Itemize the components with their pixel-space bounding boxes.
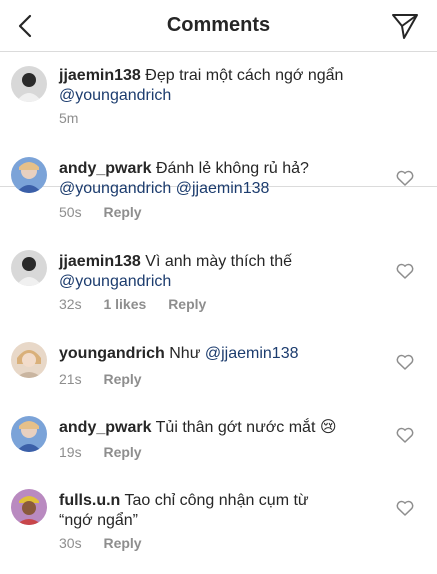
- page-title: Comments: [166, 14, 271, 36]
- comment-body: Tủi thân gớt nước mắt: [155, 419, 316, 436]
- timestamp: 30s: [59, 535, 82, 551]
- crying-face-emoji: 😢: [319, 419, 337, 436]
- comment-meta: 21s Reply: [59, 371, 142, 387]
- mention[interactable]: @youngandrich @jjaemin138: [59, 180, 269, 197]
- reply-button[interactable]: Reply: [103, 535, 141, 551]
- comment-text: fulls.u.n Tao chỉ công nhận cụm từ “ngớ …: [59, 491, 379, 531]
- comment-text: youngandrich Như @jjaemin138: [59, 344, 379, 364]
- comment-body: Đẹp trai một cách ngớ ngẩn: [145, 67, 344, 84]
- comment-text: jjaemin138 Vì anh mày thích thế @youngan…: [59, 252, 379, 292]
- comment-meta: 32s 1 likes Reply: [59, 296, 206, 312]
- header-bar: Comments: [0, 0, 437, 52]
- paper-plane-icon[interactable]: [391, 12, 419, 40]
- timestamp: 21s: [59, 371, 82, 387]
- heart-icon[interactable]: [396, 354, 414, 370]
- heart-icon[interactable]: [396, 170, 414, 186]
- comment-body-line-2: “ngớ ngẩn”: [59, 512, 138, 529]
- avatar[interactable]: [11, 342, 47, 378]
- comment-meta: 50s Reply: [59, 204, 142, 220]
- avatar[interactable]: [11, 416, 47, 452]
- comment-text: andy_pwark Tủi thân gớt nước mắt 😢: [59, 418, 379, 438]
- username[interactable]: andy_pwark: [59, 419, 151, 436]
- timestamp: 32s: [59, 296, 82, 312]
- comment-meta: 19s Reply: [59, 444, 142, 460]
- likes-count[interactable]: 1 likes: [103, 296, 146, 312]
- reply-button[interactable]: Reply: [168, 296, 206, 312]
- heart-icon[interactable]: [396, 427, 414, 443]
- mention[interactable]: @jjaemin138: [205, 345, 299, 362]
- username[interactable]: andy_pwark: [59, 160, 151, 177]
- comment-meta: 5m: [59, 110, 78, 126]
- avatar[interactable]: [11, 66, 47, 102]
- avatar[interactable]: [11, 157, 47, 193]
- reply-button[interactable]: Reply: [103, 444, 141, 460]
- comment-text: jjaemin138 Đẹp trai một cách ngớ ngẩn @y…: [59, 66, 379, 106]
- username[interactable]: jjaemin138: [59, 253, 141, 270]
- timestamp: 19s: [59, 444, 82, 460]
- avatar[interactable]: [11, 250, 47, 286]
- username[interactable]: youngandrich: [59, 345, 165, 362]
- reply-button[interactable]: Reply: [103, 371, 141, 387]
- comment-meta: 30s Reply: [59, 535, 142, 551]
- reply-button[interactable]: Reply: [103, 204, 141, 220]
- timestamp: 50s: [59, 204, 82, 220]
- avatar[interactable]: [11, 489, 47, 525]
- timestamp: 5m: [59, 110, 79, 126]
- comment-body: Vì anh mày thích thế: [145, 253, 293, 270]
- heart-icon[interactable]: [396, 500, 414, 516]
- mention[interactable]: @youngandrich: [59, 87, 171, 104]
- comment-body: Như: [169, 345, 201, 362]
- comment-text: andy_pwark Đánh lẻ không rủ hả? @youngan…: [59, 159, 379, 199]
- username[interactable]: fulls.u.n: [59, 492, 120, 509]
- heart-icon[interactable]: [396, 263, 414, 279]
- comment-body: Tao chỉ công nhận cụm từ: [124, 492, 309, 509]
- username[interactable]: jjaemin138: [59, 67, 141, 84]
- comment-body: Đánh lẻ không rủ hả?: [155, 160, 309, 177]
- mention[interactable]: @youngandrich: [59, 273, 171, 290]
